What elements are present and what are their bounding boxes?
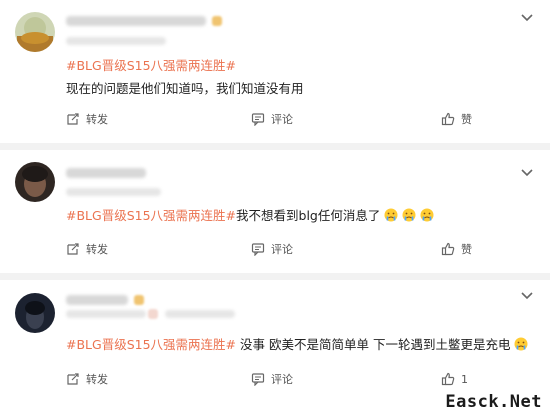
comment-icon <box>251 113 265 126</box>
avatar[interactable] <box>15 12 55 52</box>
comment-button[interactable]: 评论 <box>251 240 293 258</box>
post-time <box>66 188 161 196</box>
thumbs-up-icon <box>441 242 455 256</box>
like-button[interactable]: 赞 <box>441 240 472 258</box>
post-content: #BLG晋级S15八强需两连胜# 没事 欧美不是简简单单 下一轮遇到土鳖更是充电 <box>66 336 530 354</box>
avatar[interactable] <box>15 162 55 202</box>
comment-icon <box>251 373 265 386</box>
crying-emoji-icon <box>420 208 434 222</box>
like-count: 1 <box>461 372 468 386</box>
post-divider <box>0 143 550 150</box>
repost-icon <box>67 243 79 255</box>
repost-label: 转发 <box>86 243 108 256</box>
hashtag-link[interactable]: #BLG晋级S15八强需两连胜# <box>66 58 236 73</box>
comment-button[interactable]: 评论 <box>251 110 293 128</box>
user-badge <box>134 295 144 305</box>
post-text: 我不想看到blg任何消息了 <box>236 208 381 223</box>
thumbs-up-icon <box>441 112 455 126</box>
repost-icon <box>67 373 79 385</box>
post-2: #BLG晋级S15八强需两连胜#我不想看到blg任何消息了 转发 评论 赞 <box>0 150 550 273</box>
repost-button[interactable]: 转发 <box>66 240 108 258</box>
crying-emoji-icon <box>514 337 528 351</box>
post-divider <box>0 273 550 280</box>
repost-label: 转发 <box>86 373 108 386</box>
like-label: 赞 <box>461 243 472 256</box>
like-button[interactable]: 1 <box>441 370 468 388</box>
user-badge <box>148 309 158 319</box>
post-text: 现在的问题是他们知道吗，我们知道没有用 <box>66 81 304 96</box>
watermark: Easck.Net <box>445 392 542 412</box>
thumbs-up-icon <box>441 372 455 386</box>
comment-label: 评论 <box>271 373 293 386</box>
comment-icon <box>251 243 265 256</box>
post-content: #BLG晋级S15八强需两连胜#我不想看到blg任何消息了 <box>66 207 530 225</box>
chevron-down-icon[interactable] <box>520 289 534 303</box>
post-content: #BLG晋级S15八强需两连胜# <box>66 57 530 75</box>
chevron-down-icon[interactable] <box>520 166 534 180</box>
user-badge <box>212 16 222 26</box>
post-source <box>165 310 235 318</box>
post-time <box>66 37 166 45</box>
username[interactable] <box>66 16 206 26</box>
repost-button[interactable]: 转发 <box>66 370 108 388</box>
chevron-down-icon[interactable] <box>520 11 534 25</box>
post-1: #BLG晋级S15八强需两连胜# 现在的问题是他们知道吗，我们知道没有用 转发 … <box>0 0 550 143</box>
avatar[interactable] <box>15 293 55 333</box>
crying-emoji-icon <box>384 208 398 222</box>
hashtag-link[interactable]: #BLG晋级S15八强需两连胜# <box>66 208 236 223</box>
like-button[interactable]: 赞 <box>441 110 472 128</box>
post-time <box>66 310 146 318</box>
username[interactable] <box>66 168 146 178</box>
like-label: 赞 <box>461 113 472 126</box>
repost-label: 转发 <box>86 113 108 126</box>
hashtag-link[interactable]: #BLG晋级S15八强需两连胜# <box>66 337 236 352</box>
comment-label: 评论 <box>271 243 293 256</box>
crying-emoji-icon <box>402 208 416 222</box>
comment-button[interactable]: 评论 <box>251 370 293 388</box>
repost-icon <box>67 113 79 125</box>
username[interactable] <box>66 295 128 305</box>
comment-label: 评论 <box>271 113 293 126</box>
post-text: 没事 欧美不是简简单单 下一轮遇到土鳖更是充电 <box>240 337 511 352</box>
repost-button[interactable]: 转发 <box>66 110 108 128</box>
